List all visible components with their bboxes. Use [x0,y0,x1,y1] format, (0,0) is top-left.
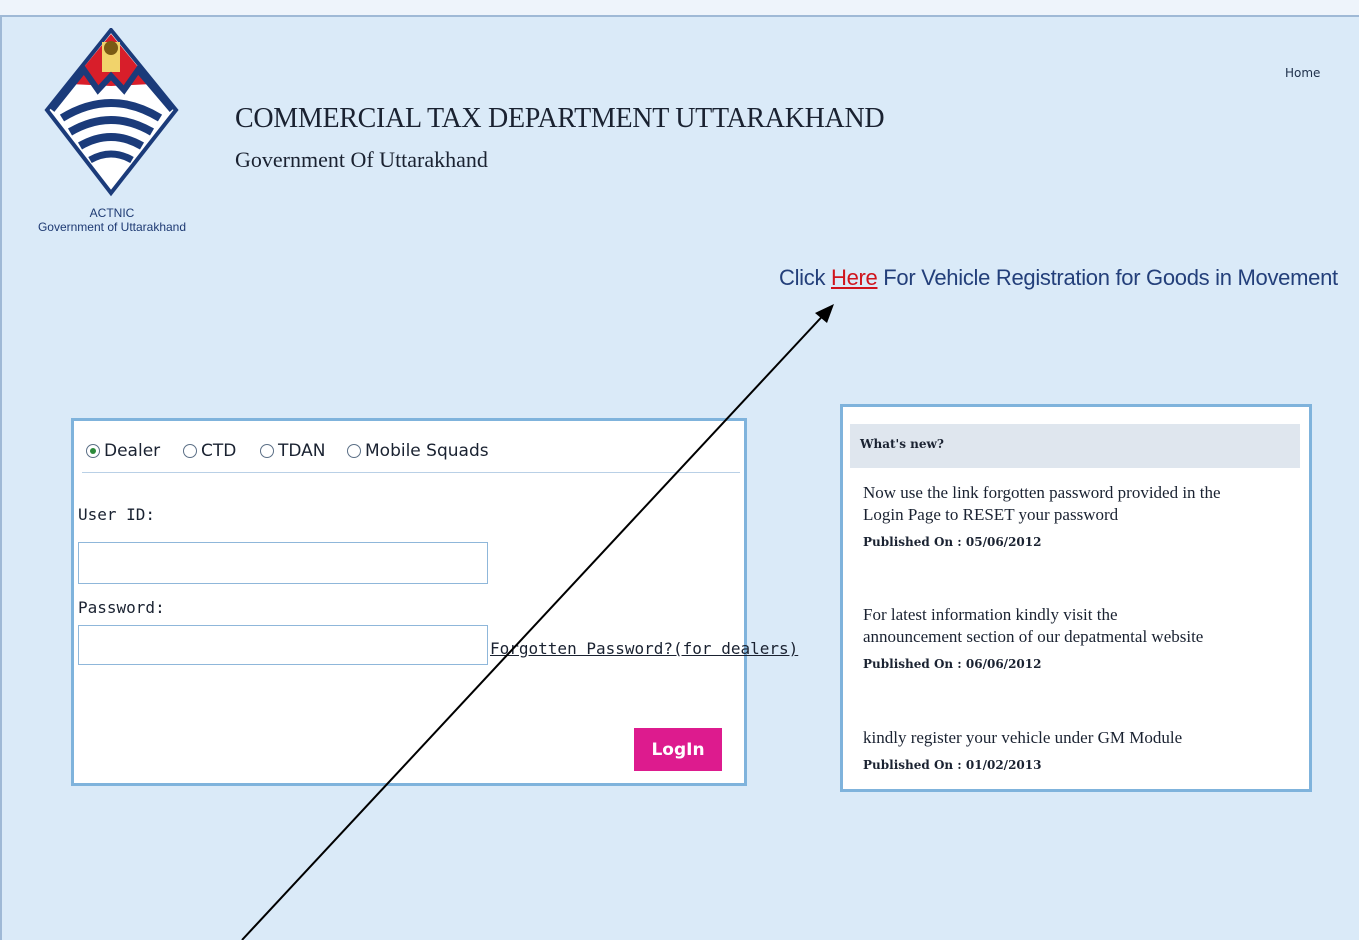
news-text-line1: Now use the link forgotten password prov… [863,483,1221,502]
page-title: COMMERCIAL TAX DEPARTMENT UTTARAKHAND [235,103,885,134]
role-selector: Dealer CTD TDAN Mobile Squads [82,441,740,473]
logo-caption: ACTNIC Government of Uttarakhand [26,206,198,234]
logo-caption-line2: Government of Uttarakhand [37,220,187,234]
radio-icon[interactable] [347,444,361,458]
radio-icon[interactable] [260,444,274,458]
news-text-line1: kindly register your vehicle under GM Mo… [863,728,1183,747]
news-date: Published On : 06/06/2012 [863,657,1042,671]
news-date: Published On : 05/06/2012 [863,535,1042,549]
forgot-password-link[interactable]: Forgotten Password?(for dealers) [490,639,798,658]
news-text-line2: Login Page to RESET your password [863,505,1119,524]
news-text-line2: announcement section of our depatmental … [863,627,1204,646]
news-text-line1: For latest information kindly visit the [863,605,1118,624]
role-option-dealer[interactable]: Dealer [86,441,160,461]
role-label: Dealer [104,441,161,461]
login-button[interactable]: LogIn [634,728,722,771]
role-label: Mobile Squads [365,441,489,461]
news-heading: What's new? [860,437,944,451]
password-label: Password: [78,598,165,617]
home-link[interactable]: Home [1285,66,1320,80]
role-option-ctd[interactable]: CTD [183,441,236,461]
radio-icon[interactable] [183,444,197,458]
vehicle-registration-notice: Click Here For Vehicle Registration for … [779,265,1338,291]
logo-caption-line1: ACTNIC [89,206,135,220]
vehicle-notice-suffix: For Vehicle Registration for Goods in Mo… [877,265,1338,290]
password-input[interactable] [78,625,488,665]
news-date: Published On : 01/02/2013 [863,758,1042,772]
user-id-input[interactable] [78,542,488,584]
vehicle-notice-prefix: Click [779,265,831,290]
top-strip [0,0,1359,15]
uttarakhand-emblem-icon [44,28,179,197]
user-id-label: User ID: [78,505,156,524]
news-item: kindly register your vehicle under GM Mo… [863,727,1293,772]
news-item: Now use the link forgotten password prov… [863,482,1293,549]
vehicle-registration-link[interactable]: Here [831,265,878,290]
news-item: For latest information kindly visit the … [863,604,1293,671]
role-option-mobile-squads[interactable]: Mobile Squads [347,441,489,461]
role-label: CTD [201,441,237,461]
news-header: What's new? [850,424,1300,468]
role-option-tdan[interactable]: TDAN [260,441,326,461]
radio-selected-icon[interactable] [86,444,100,458]
role-label: TDAN [278,441,326,461]
whats-new-panel: What's new? Now use the link forgotten p… [840,404,1312,792]
login-panel: Dealer CTD TDAN Mobile Squads User ID: P… [71,418,798,786]
page-subtitle: Government Of Uttarakhand [235,147,488,172]
